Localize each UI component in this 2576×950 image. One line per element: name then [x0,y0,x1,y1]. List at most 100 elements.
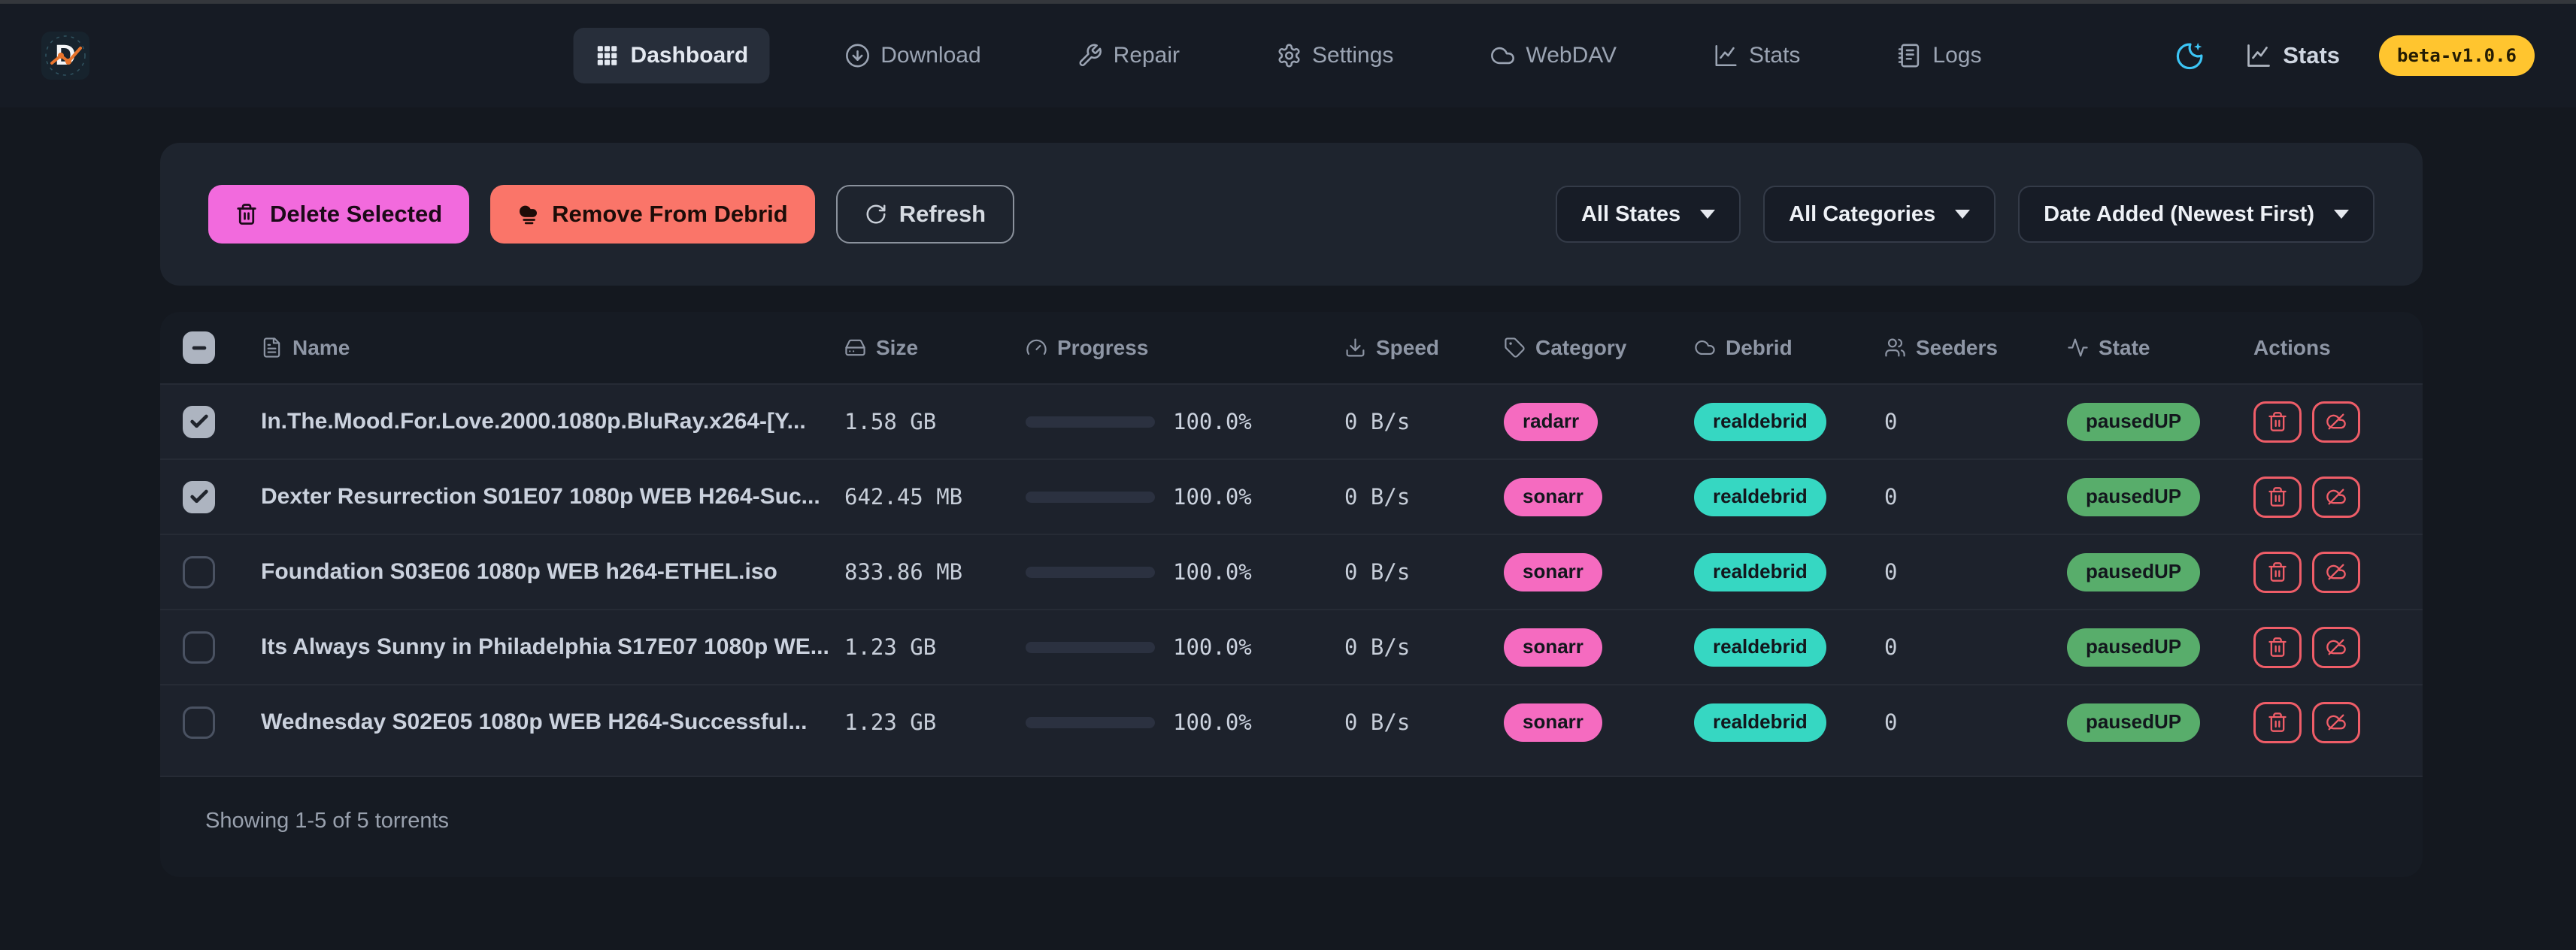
debrid-badge: realdebrid [1694,403,1826,441]
category-badge: sonarr [1504,553,1602,591]
column-header-category: Category [1504,336,1694,360]
wrench-icon [1077,43,1103,68]
torrents-table: Name Size Progress Speed [160,312,2423,877]
progress-percent: 100.0% [1173,409,1252,434]
nav-item-settings[interactable]: Settings [1255,28,1414,83]
filter-categories-select[interactable]: All Categories [1763,186,1996,243]
torrent-seeders: 0 [1884,409,2067,434]
row-checkbox[interactable] [183,631,215,664]
row-checkbox[interactable] [183,406,215,438]
delete-torrent-button[interactable] [2253,702,2302,743]
table-footer: Showing 1-5 of 5 torrents [160,776,2423,877]
nav-item-download[interactable]: Download [823,28,1002,83]
delete-torrent-button[interactable] [2253,552,2302,593]
header-stats-link[interactable]: Stats [2245,42,2340,69]
download-circle-icon [844,43,870,68]
nav-label: Stats [1749,43,1800,68]
showing-count-text: Showing 1-5 of 5 torrents [205,809,449,833]
theme-toggle-button[interactable] [2174,40,2206,71]
trash-icon [2267,712,2288,733]
table-row: Wednesday S02E05 1080p WEB H264-Successf… [160,684,2423,759]
progress-percent: 100.0% [1173,484,1252,510]
nav-item-webdav[interactable]: WebDAV [1468,28,1638,83]
state-badge: pausedUP [2067,628,2200,667]
torrent-speed: 0 B/s [1344,484,1504,510]
delete-torrent-button[interactable] [2253,477,2302,518]
nav-item-stats[interactable]: Stats [1692,28,1821,83]
nav-label: Download [880,43,980,68]
cloud-slash-icon [2326,411,2347,432]
delete-selected-button[interactable]: Delete Selected [208,185,469,244]
remove-from-debrid-row-button[interactable] [2312,702,2360,743]
delete-selected-label: Delete Selected [270,201,442,228]
torrent-size: 1.58 GB [844,409,1026,434]
refresh-icon [865,203,887,225]
moon-star-icon [2174,40,2206,71]
debrid-badge: realdebrid [1694,553,1826,591]
nav-label: Dashboard [631,43,749,68]
remove-from-debrid-row-button[interactable] [2312,401,2360,443]
remove-from-debrid-label: Remove From Debrid [552,201,788,228]
column-header-debrid: Debrid [1694,336,1884,360]
nav-label: Logs [1932,43,1981,68]
torrent-progress: 100.0% [1026,634,1344,660]
chart-line-icon [1713,43,1738,68]
progress-bar [1026,492,1155,503]
remove-from-debrid-row-button[interactable] [2312,627,2360,668]
state-badge: pausedUP [2067,403,2200,441]
sort-select[interactable]: Date Added (Newest First) [2018,186,2374,243]
notebook-icon [1896,43,1922,68]
gauge-icon [1026,337,1047,359]
torrent-progress: 100.0% [1026,709,1344,735]
refresh-button[interactable]: Refresh [836,185,1014,244]
row-actions [2253,627,2400,668]
delete-torrent-button[interactable] [2253,401,2302,443]
dashboard-page: Delete Selected Remove From Debrid Refre… [0,107,2423,877]
nav-item-repair[interactable]: Repair [1056,28,1201,83]
progress-percent: 100.0% [1173,559,1252,585]
cloud-remove-icon [517,203,540,225]
torrent-size: 642.45 MB [844,484,1026,510]
row-checkbox[interactable] [183,556,215,588]
cloud-slash-icon [2326,637,2347,658]
version-badge: beta-v1.0.6 [2379,35,2535,76]
remove-from-debrid-button[interactable]: Remove From Debrid [490,185,815,244]
file-text-icon [261,337,283,359]
nav-right-group: Stats beta-v1.0.6 [2174,35,2535,76]
download-icon [1344,337,1366,359]
row-checkbox[interactable] [183,706,215,739]
row-actions [2253,401,2400,443]
filter-categories-value: All Categories [1789,202,1935,227]
progress-bar [1026,642,1155,653]
column-header-speed: Speed [1344,336,1504,360]
table-row: Foundation S03E06 1080p WEB h264-ETHEL.i… [160,534,2423,609]
toolbar: Delete Selected Remove From Debrid Refre… [160,143,2423,286]
chevron-down-icon [2334,210,2349,219]
remove-from-debrid-row-button[interactable] [2312,552,2360,593]
torrent-speed: 0 B/s [1344,634,1504,660]
torrent-seeders: 0 [1884,634,2067,660]
cloud-icon [1490,43,1515,68]
check-icon [189,411,210,432]
remove-from-debrid-row-button[interactable] [2312,477,2360,518]
nav-item-dashboard[interactable]: Dashboard [574,28,770,83]
filter-states-select[interactable]: All States [1556,186,1741,243]
trash-icon [2267,637,2288,658]
table-row: Its Always Sunny in Philadelphia S17E07 … [160,609,2423,684]
state-badge: pausedUP [2067,553,2200,591]
app-logo[interactable]: D [41,32,89,80]
select-all-checkbox[interactable] [183,331,215,364]
delete-torrent-button[interactable] [2253,627,2302,668]
torrent-seeders: 0 [1884,709,2067,735]
row-checkbox[interactable] [183,481,215,513]
column-header-state: State [2067,336,2253,360]
row-actions [2253,477,2400,518]
nav-item-logs[interactable]: Logs [1875,28,2002,83]
activity-pulse-icon [2067,337,2089,359]
trash-icon [2267,486,2288,507]
indeterminate-dash-icon [189,337,210,359]
torrent-name: Dexter Resurrection S01E07 1080p WEB H26… [261,484,844,510]
debrid-badge: realdebrid [1694,478,1826,516]
torrent-name: Foundation S03E06 1080p WEB h264-ETHEL.i… [261,559,844,585]
toolbar-filters: All States All Categories Date Added (Ne… [1556,186,2374,243]
